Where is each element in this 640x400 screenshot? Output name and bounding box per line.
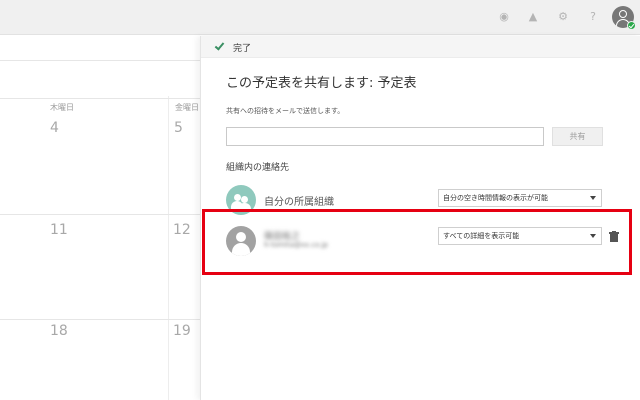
user-permission-select[interactable]: すべての詳細を表示可能 [438, 227, 602, 245]
user-avatar-icon [226, 226, 256, 256]
org-contacts-heading: 組織内の連絡先 [226, 163, 290, 173]
day-12[interactable]: 12 [173, 222, 191, 238]
help-icon[interactable]: ? [586, 10, 600, 24]
org-permission-select[interactable]: 自分の空き時間情報の表示が可能 [438, 189, 602, 207]
presence-available-icon [627, 21, 636, 30]
invite-instruction: 共有への招待をメールで送信します。 [226, 107, 345, 115]
user-contact-email: h-tomita@xx.co.jp [264, 241, 328, 249]
weekday-thursday: 木曜日 [50, 103, 74, 112]
user-permission-value: すべての詳細を表示可能 [443, 232, 520, 240]
weekday-friday: 金曜日 [175, 103, 199, 112]
calendar-row-line [0, 214, 200, 215]
group-avatar-icon [226, 185, 256, 215]
chevron-down-icon [590, 196, 596, 200]
share-button[interactable]: 共有 [552, 127, 603, 146]
day-4[interactable]: 4 [50, 120, 59, 136]
calendar-month-view: 木曜日 金曜日 4 5 11 12 18 19 [0, 36, 200, 400]
org-contact-name: 自分の所属組織 [264, 197, 334, 208]
done-label: 完了 [233, 44, 252, 54]
done-button[interactable]: 完了 [201, 36, 640, 58]
calendar-row-line [0, 98, 200, 99]
chevron-down-icon [590, 234, 596, 238]
calendar-row-line [0, 319, 200, 320]
bell-icon[interactable]: ▲ [526, 10, 540, 24]
calendar-divider [0, 60, 200, 61]
top-bar: ◉ ▲ ⚙ ? [0, 0, 640, 35]
skype-icon[interactable]: ◉ [497, 10, 511, 24]
day-18[interactable]: 18 [50, 323, 68, 339]
share-calendar-panel: 完了 この予定表を共有します: 予定表 共有への招待をメールで送信します。 共有… [200, 36, 640, 400]
panel-title: この予定表を共有します: 予定表 [226, 76, 417, 91]
email-invite-input[interactable] [226, 127, 544, 146]
org-permission-value: 自分の空き時間情報の表示が可能 [443, 194, 548, 202]
trash-icon[interactable] [609, 231, 619, 242]
day-19[interactable]: 19 [173, 323, 191, 339]
checkmark-icon [214, 40, 225, 51]
day-5[interactable]: 5 [174, 120, 183, 136]
day-11[interactable]: 11 [50, 222, 68, 238]
calendar-column-divider [168, 96, 169, 400]
gear-icon[interactable]: ⚙ [556, 10, 570, 24]
